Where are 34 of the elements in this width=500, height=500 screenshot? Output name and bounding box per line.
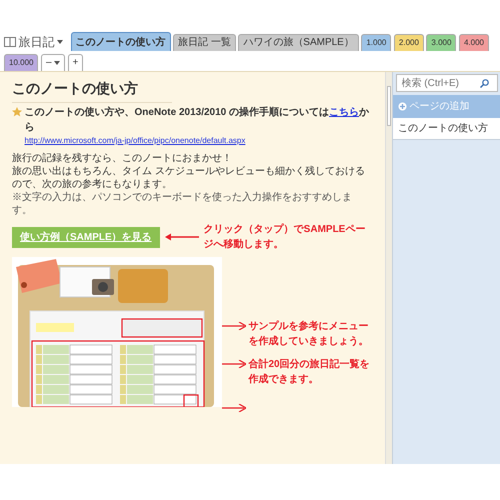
- section-tab[interactable]: 1.000: [361, 34, 392, 51]
- arrow: [164, 233, 199, 241]
- section-tab[interactable]: 旅日記 一覧: [173, 34, 236, 51]
- caret-icon[interactable]: [57, 40, 63, 44]
- notebook-title[interactable]: 旅日記: [18, 33, 54, 51]
- more-tabs-tab[interactable]: –: [40, 54, 66, 70]
- section-tab[interactable]: このノートの使い方: [70, 32, 170, 51]
- notice-text: このノートの使い方や、OneNote 2013/2010 の操作手順についてはこちらから: [24, 105, 370, 135]
- section-tab[interactable]: ハワイの旅（SAMPLE）: [238, 34, 359, 51]
- url-link[interactable]: http://www.microsoft.com/ja-jp/office/pipc/onenote/default.aspx: [24, 135, 371, 147]
- callout-text: 合計20回分の旅日記一覧を作成できます。: [248, 358, 371, 387]
- hint-text: クリック（タップ）でSAMPLEページへ移動します。: [204, 222, 366, 252]
- callout-text: サンプルを参考にメニューを作成していきましょう。: [248, 319, 370, 349]
- caret-icon: [54, 60, 60, 64]
- intro-text: 旅の思い出はもちろん、タイム スケジュールやレビューも細かく残しておけるので、次の旅の参考にもなります。: [12, 165, 366, 191]
- page-item[interactable]: このノートの使い方: [393, 118, 500, 140]
- note-text: ※文字の入力は、パソコンでのキーボードを使った入力操作をおすすめします。: [12, 191, 353, 217]
- arrow: [222, 322, 246, 330]
- star-icon: [12, 107, 22, 117]
- section-tab[interactable]: 3.000: [426, 34, 456, 51]
- arrow: [222, 360, 246, 368]
- scrollbar-thumb[interactable]: [387, 86, 391, 126]
- page-title: このノートの使い方: [12, 78, 172, 102]
- arrow: [222, 404, 246, 412]
- search-icon[interactable]: [480, 78, 488, 88]
- link[interactable]: こちら: [329, 107, 359, 118]
- section-tab[interactable]: 4.000: [458, 34, 489, 51]
- add-section-tab[interactable]: +: [68, 54, 84, 70]
- section-tab[interactable]: 2.000: [394, 34, 424, 51]
- section-tab[interactable]: 10.000: [4, 54, 38, 70]
- search-field[interactable]: 検索 (Ctrl+E): [396, 74, 498, 92]
- plus-icon: [398, 102, 407, 110]
- intro-text: 旅行の記録を残すなら、このノートにおまかせ！: [12, 152, 233, 165]
- notebook-icon: [4, 37, 16, 47]
